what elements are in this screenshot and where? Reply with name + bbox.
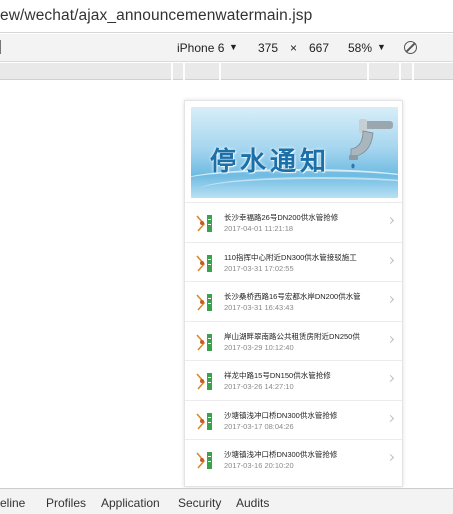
notice-thumbnail-icon <box>195 253 214 273</box>
ruler-mark <box>171 63 173 80</box>
notice-thumbnail-icon <box>195 372 214 391</box>
media-query-ruler[interactable] <box>0 63 453 80</box>
item-date: 2017-03-31 17:02:55 <box>224 263 294 273</box>
ruler-mark <box>367 63 369 80</box>
tab-timeline[interactable]: eline <box>0 496 25 510</box>
ruler-mark <box>412 63 414 80</box>
notice-thumbnail-icon <box>195 214 214 233</box>
tab-audits[interactable]: Audits <box>236 496 269 510</box>
device-select[interactable]: iPhone 6 <box>177 41 224 55</box>
ruler-mark <box>399 63 401 80</box>
water-wave <box>201 177 398 198</box>
device-toolbar: iPhone 6 ▼ 375 × 667 58% ▼ <box>0 34 453 62</box>
height-input[interactable]: 667 <box>309 41 329 55</box>
url-text[interactable]: ew/wechat/ajax_announcemenwatermain.jsp <box>0 7 312 25</box>
no-action-icon[interactable] <box>404 41 417 54</box>
address-bar[interactable]: ew/wechat/ajax_announcemenwatermain.jsp <box>0 0 453 33</box>
dimension-separator: × <box>290 41 298 55</box>
devtools-tab-bar: eline Profiles Application Security Audi… <box>0 488 453 514</box>
list-item[interactable]: 沙塘镇浅冲口桥DN300供水管抢修 2017-03-17 08:04:26 <box>185 399 402 440</box>
item-title: 沙塘镇浅冲口桥DN300供水管抢修 <box>224 410 338 420</box>
chevron-right-icon <box>386 256 395 264</box>
list-item[interactable]: 110指挥中心附近DN300供水管接驳施工 2017-03-31 17:02:55 <box>185 241 402 282</box>
item-title: 沙塘镇浅冲口桥DN300供水管抢修 <box>224 450 338 459</box>
item-title: 岸山湖畔翠南路公共租赁房附近DN250供 <box>224 331 360 341</box>
item-date: 2017-03-16 20:10:20 <box>224 461 294 470</box>
faucet-icon <box>349 119 393 169</box>
ruler-mark <box>183 63 185 80</box>
item-date: 2017-04-01 11:21:18 <box>224 224 294 233</box>
zoom-select[interactable]: 58% <box>348 41 372 55</box>
tab-application[interactable]: Application <box>101 496 160 510</box>
toolbar-divider <box>0 40 3 54</box>
width-input[interactable]: 375 <box>258 41 278 55</box>
item-title: 110指挥中心附近DN300供水管接驳施工 <box>224 252 357 262</box>
chevron-right-icon <box>386 414 395 422</box>
tab-profiles[interactable]: Profiles <box>46 496 86 510</box>
zoom-caret-icon[interactable]: ▼ <box>377 42 386 52</box>
tab-security[interactable]: Security <box>178 496 221 510</box>
banner-title: 停水通知 <box>210 147 331 177</box>
item-date: 2017-03-29 10:12:40 <box>224 342 294 352</box>
item-title: 长沙桑桥西路16号宏都水岸DN200供水管 <box>224 292 361 301</box>
item-title: 长沙幸福路26号DN200供水管抢修 <box>224 213 339 222</box>
list-item[interactable]: 长沙桑桥西路16号宏都水岸DN200供水管 2017-03-31 16:43:43 <box>185 281 402 321</box>
item-date: 2017-03-26 14:27:10 <box>224 382 294 391</box>
item-date: 2017-03-17 08:04:26 <box>224 421 294 431</box>
notice-thumbnail-icon <box>195 293 214 312</box>
device-caret-icon[interactable]: ▼ <box>229 42 238 52</box>
chevron-right-icon <box>386 335 395 343</box>
item-date: 2017-03-31 16:43:43 <box>224 303 294 312</box>
list-item[interactable]: 沙塘镇浅冲口桥DN300供水管抢修 2017-03-16 20:10:20 <box>185 439 402 479</box>
notice-list: 长沙幸福路26号DN200供水管抢修 2017-04-01 11:21:18 110… <box>185 202 402 479</box>
notice-thumbnail-icon <box>195 411 214 431</box>
notice-thumbnail-icon <box>195 332 214 352</box>
notice-thumbnail-icon <box>195 451 214 470</box>
item-title: 祥龙中路15号DN150供水管抢修 <box>224 371 331 380</box>
list-item[interactable]: 岸山湖畔翠南路公共租赁房附近DN250供 2017-03-29 10:12:40 <box>185 320 402 361</box>
list-item[interactable]: 长沙幸福路26号DN200供水管抢修 2017-04-01 11:21:18 <box>185 202 402 242</box>
device-viewport: 停水通知 长沙幸福路26号DN200供水管抢修 2017-04-01 11:21:… <box>0 81 453 487</box>
device-label: iPhone 6 <box>177 41 225 55</box>
phone-page[interactable]: 停水通知 长沙幸福路26号DN200供水管抢修 2017-04-01 11:21:… <box>184 100 403 487</box>
ruler-mark <box>219 63 221 80</box>
water-notice-banner: 停水通知 <box>191 107 398 198</box>
list-item[interactable]: 祥龙中路15号DN150供水管抢修 2017-03-26 14:27:10 <box>185 360 402 400</box>
